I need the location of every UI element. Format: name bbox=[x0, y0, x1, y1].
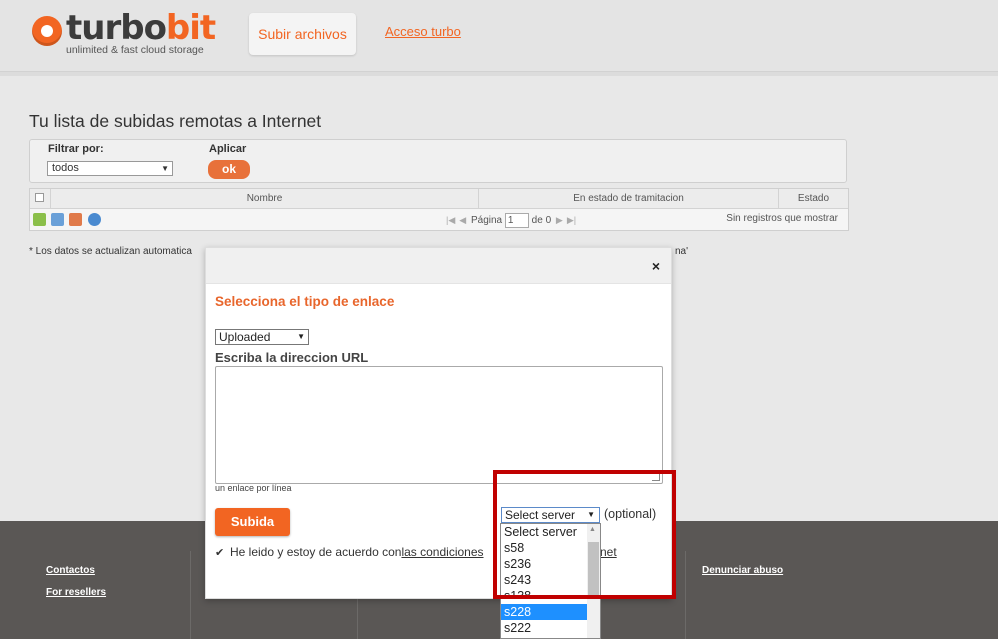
auto-update-note: * Los datos se actualizan automatica bbox=[29, 246, 192, 257]
select-all-checkbox[interactable] bbox=[35, 193, 44, 202]
terms-agreement: ✔ He leido y estoy de acuerdo conlas cond… bbox=[215, 545, 484, 559]
reload-icon[interactable] bbox=[88, 213, 101, 226]
server-option[interactable]: s58 bbox=[501, 540, 587, 556]
server-option[interactable]: s236 bbox=[501, 556, 587, 572]
footer-link-resellers[interactable]: For resellers bbox=[46, 587, 106, 598]
scrollbar-thumb[interactable] bbox=[588, 542, 599, 596]
page-total: de 0 bbox=[531, 215, 552, 226]
footer-link-contacts[interactable]: Contactos bbox=[46, 565, 95, 576]
logo-icon bbox=[32, 16, 62, 46]
last-page-icon[interactable]: ▶| bbox=[567, 215, 576, 225]
add-icon[interactable] bbox=[33, 213, 46, 226]
optional-label: (optional) bbox=[604, 507, 657, 521]
footer-divider bbox=[190, 551, 191, 639]
page-title: Tu lista de subidas remotas a Internet bbox=[29, 111, 322, 131]
remote-upload-dialog: × Selecciona el tipo de enlace Uploaded … bbox=[205, 247, 672, 599]
auto-update-note-tail: na' bbox=[675, 246, 689, 257]
no-records-text: Sin registros que mostrar bbox=[726, 213, 838, 224]
url-textarea[interactable] bbox=[215, 366, 663, 484]
dialog-title: Selecciona el tipo de enlace bbox=[215, 294, 395, 309]
footer-link-report-abuse[interactable]: Denunciar abuso bbox=[702, 565, 783, 576]
column-name[interactable]: Nombre bbox=[50, 189, 478, 208]
submit-upload-button[interactable]: Subida bbox=[215, 508, 290, 536]
terms-link[interactable]: las condiciones bbox=[401, 545, 483, 559]
site-header: turbobit unlimited & fast cloud storage … bbox=[0, 0, 998, 72]
column-processing[interactable]: En estado de tramitacion bbox=[478, 189, 778, 208]
header-divider bbox=[0, 72, 998, 76]
close-icon[interactable]: × bbox=[652, 258, 660, 274]
link-type-select[interactable]: Uploaded bbox=[215, 329, 309, 345]
filter-label: Filtrar por: bbox=[48, 143, 104, 155]
refresh-icon[interactable] bbox=[51, 213, 64, 226]
server-option[interactable]: s243 bbox=[501, 572, 587, 588]
dropdown-scrollbar[interactable]: ▲ bbox=[587, 524, 600, 638]
terms-link-tail[interactable]: net bbox=[600, 545, 617, 559]
filter-select[interactable]: todos bbox=[47, 161, 173, 176]
grid-header: Nombre En estado de tramitacion Estado bbox=[30, 189, 848, 209]
server-option-selected[interactable]: s228 bbox=[501, 604, 587, 620]
uploads-grid: Nombre En estado de tramitacion Estado |… bbox=[29, 188, 849, 231]
dialog-header: × bbox=[206, 248, 671, 284]
terms-checkbox[interactable]: ✔ bbox=[215, 546, 225, 559]
logo-wordmark: turbobit bbox=[66, 8, 216, 48]
url-label: Escriba la direccion URL bbox=[215, 350, 369, 365]
url-hint: un enlace por línea bbox=[215, 483, 292, 493]
page-label: Página bbox=[470, 215, 503, 226]
server-select[interactable]: Select server bbox=[501, 507, 600, 523]
column-status[interactable]: Estado bbox=[778, 189, 848, 208]
next-page-icon[interactable]: ▶ bbox=[556, 215, 563, 225]
apply-label: Aplicar bbox=[209, 143, 247, 155]
logo-tagline: unlimited & fast cloud storage bbox=[66, 44, 204, 56]
server-option[interactable]: s222 bbox=[501, 620, 587, 636]
page-number-input[interactable]: 1 bbox=[504, 212, 529, 228]
grid-toolbar: |◀ ◀ Página 1 de 0 ▶ ▶| Sin registros que … bbox=[30, 210, 848, 230]
turbobit-logo[interactable]: turbobit unlimited & fast cloud storage bbox=[30, 8, 220, 58]
server-dropdown-list[interactable]: Select server s58 s236 s243 s138 s228 s2… bbox=[500, 523, 601, 639]
pager: |◀ ◀ Página 1 de 0 ▶ ▶| bbox=[444, 212, 578, 228]
apply-ok-button[interactable]: ok bbox=[208, 160, 250, 179]
delete-icon[interactable] bbox=[69, 213, 82, 226]
first-page-icon[interactable]: |◀ bbox=[446, 215, 455, 225]
footer-divider bbox=[685, 551, 686, 639]
prev-page-icon[interactable]: ◀ bbox=[459, 215, 466, 225]
nav-upload-files[interactable]: Subir archivos bbox=[249, 13, 356, 55]
server-option[interactable]: s138 bbox=[501, 588, 587, 598]
filter-panel: Filtrar por: todos Aplicar ok bbox=[29, 139, 847, 183]
nav-turbo-access[interactable]: Acceso turbo bbox=[385, 24, 461, 39]
scroll-up-icon[interactable]: ▲ bbox=[589, 526, 596, 533]
terms-text: He leido y estoy de acuerdo con bbox=[230, 545, 402, 559]
server-option[interactable]: Select server bbox=[501, 524, 587, 540]
